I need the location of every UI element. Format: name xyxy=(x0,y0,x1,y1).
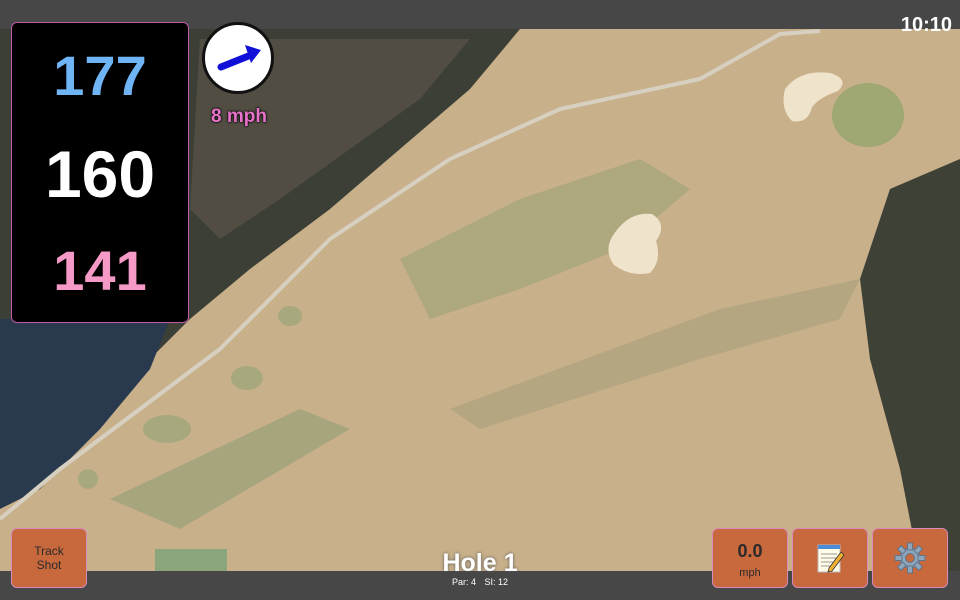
track-shot-button[interactable]: Track Shot xyxy=(11,528,87,588)
back-distance: 177 xyxy=(53,44,147,107)
front-distance: 141 xyxy=(53,239,147,302)
wind-speed: 8 mph xyxy=(211,106,267,127)
wind-direction-indicator xyxy=(202,22,274,94)
distance-panel: 177 160 141 xyxy=(11,22,189,323)
track-shot-label: Track Shot xyxy=(34,544,64,572)
par-label: Par: 4 xyxy=(451,577,476,587)
speed-value: 0.0 xyxy=(737,541,763,561)
hole-info: Par: 4 SI: 12 xyxy=(400,577,560,587)
settings-button[interactable] xyxy=(872,528,948,588)
notes-button[interactable] xyxy=(792,528,868,588)
middle-distance: 160 xyxy=(44,137,156,211)
speed-button[interactable]: 0.0 mph xyxy=(712,528,788,588)
wind-arrow-icon xyxy=(217,45,261,71)
stroke-index-label: SI: 12 xyxy=(484,577,509,587)
gear-icon xyxy=(894,542,926,574)
clock: 10:10 xyxy=(900,14,952,36)
hole-title: Hole 1 xyxy=(442,549,518,577)
speed-unit: mph xyxy=(739,567,761,579)
notepad-icon xyxy=(817,544,845,573)
